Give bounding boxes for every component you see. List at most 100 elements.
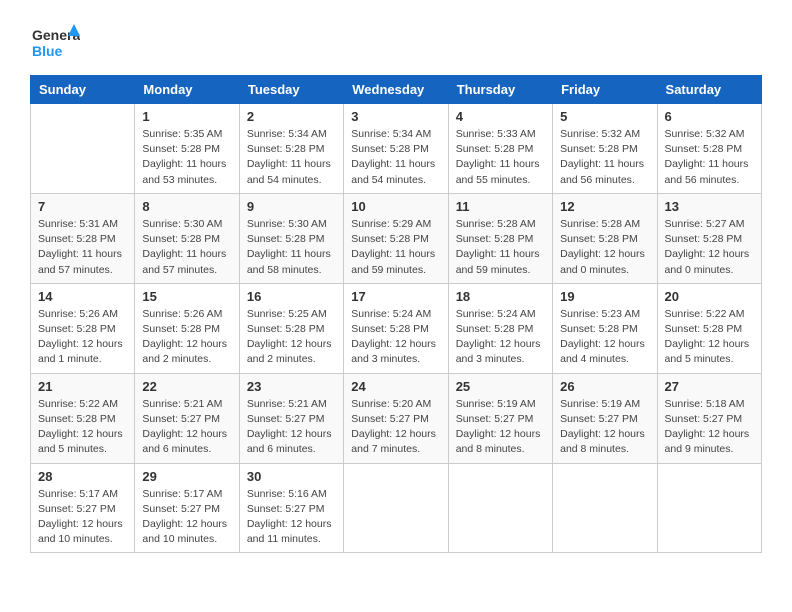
day-number: 10: [351, 199, 440, 214]
calendar-cell: 21 Sunrise: 5:22 AMSunset: 5:28 PMDayligh…: [31, 373, 135, 463]
calendar-cell: 16 Sunrise: 5:25 AMSunset: 5:28 PMDayligh…: [239, 283, 343, 373]
calendar-cell: 20 Sunrise: 5:22 AMSunset: 5:28 PMDayligh…: [657, 283, 761, 373]
calendar-cell: 29 Sunrise: 5:17 AMSunset: 5:27 PMDayligh…: [135, 463, 239, 553]
day-info: Sunrise: 5:28 AMSunset: 5:28 PMDaylight:…: [456, 217, 545, 278]
calendar-cell: 23 Sunrise: 5:21 AMSunset: 5:27 PMDayligh…: [239, 373, 343, 463]
calendar-cell: 8 Sunrise: 5:30 AMSunset: 5:28 PMDaylight…: [135, 193, 239, 283]
day-info: Sunrise: 5:24 AMSunset: 5:28 PMDaylight:…: [456, 307, 545, 368]
day-number: 2: [247, 109, 336, 124]
day-info: Sunrise: 5:33 AMSunset: 5:28 PMDaylight:…: [456, 127, 545, 188]
day-number: 20: [665, 289, 754, 304]
calendar-cell: 22 Sunrise: 5:21 AMSunset: 5:27 PMDayligh…: [135, 373, 239, 463]
day-info: Sunrise: 5:17 AMSunset: 5:27 PMDaylight:…: [142, 487, 231, 548]
day-info: Sunrise: 5:16 AMSunset: 5:27 PMDaylight:…: [247, 487, 336, 548]
weekday-header-thursday: Thursday: [448, 76, 552, 104]
day-number: 8: [142, 199, 231, 214]
day-info: Sunrise: 5:34 AMSunset: 5:28 PMDaylight:…: [247, 127, 336, 188]
day-info: Sunrise: 5:21 AMSunset: 5:27 PMDaylight:…: [142, 397, 231, 458]
weekday-header-sunday: Sunday: [31, 76, 135, 104]
calendar-cell: [344, 463, 448, 553]
calendar-cell: 28 Sunrise: 5:17 AMSunset: 5:27 PMDayligh…: [31, 463, 135, 553]
calendar-cell: 24 Sunrise: 5:20 AMSunset: 5:27 PMDayligh…: [344, 373, 448, 463]
day-number: 4: [456, 109, 545, 124]
day-number: 15: [142, 289, 231, 304]
calendar-cell: 27Sunrise: 5:18 AMSunset: 5:27 PMDayligh…: [657, 373, 761, 463]
calendar-cell: [31, 104, 135, 194]
calendar-cell: 6 Sunrise: 5:32 AMSunset: 5:28 PMDaylight…: [657, 104, 761, 194]
day-info: Sunrise: 5:19 AMSunset: 5:27 PMDaylight:…: [456, 397, 545, 458]
calendar-cell: 10Sunrise: 5:29 AMSunset: 5:28 PMDayligh…: [344, 193, 448, 283]
day-number: 6: [665, 109, 754, 124]
day-number: 18: [456, 289, 545, 304]
svg-text:Blue: Blue: [32, 43, 63, 59]
day-number: 16: [247, 289, 336, 304]
page-header: General Blue: [30, 20, 762, 65]
day-info: Sunrise: 5:32 AMSunset: 5:28 PMDaylight:…: [665, 127, 754, 188]
calendar-cell: 3 Sunrise: 5:34 AMSunset: 5:28 PMDaylight…: [344, 104, 448, 194]
calendar-cell: 5Sunrise: 5:32 AMSunset: 5:28 PMDaylight…: [553, 104, 657, 194]
logo: General Blue: [30, 20, 80, 65]
day-number: 17: [351, 289, 440, 304]
day-info: Sunrise: 5:23 AMSunset: 5:28 PMDaylight:…: [560, 307, 649, 368]
calendar-cell: 13 Sunrise: 5:27 AMSunset: 5:28 PMDayligh…: [657, 193, 761, 283]
day-info: Sunrise: 5:21 AMSunset: 5:27 PMDaylight:…: [247, 397, 336, 458]
calendar-cell: 2 Sunrise: 5:34 AMSunset: 5:28 PMDaylight…: [239, 104, 343, 194]
calendar-cell: 25 Sunrise: 5:19 AMSunset: 5:27 PMDayligh…: [448, 373, 552, 463]
day-info: Sunrise: 5:18 AMSunset: 5:27 PMDaylight:…: [665, 397, 754, 458]
day-number: 25: [456, 379, 545, 394]
weekday-header-wednesday: Wednesday: [344, 76, 448, 104]
day-number: 1: [142, 109, 231, 124]
weekday-header-saturday: Saturday: [657, 76, 761, 104]
day-info: Sunrise: 5:17 AMSunset: 5:27 PMDaylight:…: [38, 487, 127, 548]
calendar-week-row: 28 Sunrise: 5:17 AMSunset: 5:27 PMDayligh…: [31, 463, 762, 553]
day-number: 19: [560, 289, 649, 304]
calendar-cell: 1Sunrise: 5:35 AMSunset: 5:28 PMDaylight…: [135, 104, 239, 194]
day-number: 11: [456, 199, 545, 214]
calendar-cell: 9Sunrise: 5:30 AMSunset: 5:28 PMDaylight…: [239, 193, 343, 283]
weekday-header-monday: Monday: [135, 76, 239, 104]
calendar-cell: 12 Sunrise: 5:28 AMSunset: 5:28 PMDayligh…: [553, 193, 657, 283]
day-info: Sunrise: 5:34 AMSunset: 5:28 PMDaylight:…: [351, 127, 440, 188]
calendar-cell: 30Sunrise: 5:16 AMSunset: 5:27 PMDayligh…: [239, 463, 343, 553]
day-info: Sunrise: 5:22 AMSunset: 5:28 PMDaylight:…: [38, 397, 127, 458]
calendar-cell: [657, 463, 761, 553]
day-info: Sunrise: 5:26 AMSunset: 5:28 PMDaylight:…: [142, 307, 231, 368]
day-number: 7: [38, 199, 127, 214]
weekday-header-tuesday: Tuesday: [239, 76, 343, 104]
day-number: 9: [247, 199, 336, 214]
calendar-cell: [448, 463, 552, 553]
day-number: 26: [560, 379, 649, 394]
day-number: 21: [38, 379, 127, 394]
calendar-cell: 4 Sunrise: 5:33 AMSunset: 5:28 PMDaylight…: [448, 104, 552, 194]
calendar-week-row: 14 Sunrise: 5:26 AMSunset: 5:28 PMDayligh…: [31, 283, 762, 373]
calendar-cell: 11 Sunrise: 5:28 AMSunset: 5:28 PMDayligh…: [448, 193, 552, 283]
day-info: Sunrise: 5:19 AMSunset: 5:27 PMDaylight:…: [560, 397, 649, 458]
day-number: 14: [38, 289, 127, 304]
day-info: Sunrise: 5:28 AMSunset: 5:28 PMDaylight:…: [560, 217, 649, 278]
day-number: 3: [351, 109, 440, 124]
day-info: Sunrise: 5:27 AMSunset: 5:28 PMDaylight:…: [665, 217, 754, 278]
day-number: 22: [142, 379, 231, 394]
day-number: 12: [560, 199, 649, 214]
day-info: Sunrise: 5:31 AMSunset: 5:28 PMDaylight:…: [38, 217, 127, 278]
weekday-header-friday: Friday: [553, 76, 657, 104]
day-info: Sunrise: 5:22 AMSunset: 5:28 PMDaylight:…: [665, 307, 754, 368]
calendar-cell: 18 Sunrise: 5:24 AMSunset: 5:28 PMDayligh…: [448, 283, 552, 373]
day-number: 28: [38, 469, 127, 484]
calendar-header-row: SundayMondayTuesdayWednesdayThursdayFrid…: [31, 76, 762, 104]
calendar-cell: 19 Sunrise: 5:23 AMSunset: 5:28 PMDayligh…: [553, 283, 657, 373]
calendar-cell: [553, 463, 657, 553]
calendar-cell: 7 Sunrise: 5:31 AMSunset: 5:28 PMDaylight…: [31, 193, 135, 283]
day-info: Sunrise: 5:25 AMSunset: 5:28 PMDaylight:…: [247, 307, 336, 368]
day-number: 24: [351, 379, 440, 394]
day-info: Sunrise: 5:30 AMSunset: 5:28 PMDaylight:…: [142, 217, 231, 278]
day-number: 23: [247, 379, 336, 394]
calendar-cell: 15 Sunrise: 5:26 AMSunset: 5:28 PMDayligh…: [135, 283, 239, 373]
day-number: 29: [142, 469, 231, 484]
day-info: Sunrise: 5:20 AMSunset: 5:27 PMDaylight:…: [351, 397, 440, 458]
day-info: Sunrise: 5:24 AMSunset: 5:28 PMDaylight:…: [351, 307, 440, 368]
calendar-week-row: 1Sunrise: 5:35 AMSunset: 5:28 PMDaylight…: [31, 104, 762, 194]
day-number: 13: [665, 199, 754, 214]
calendar-cell: 26 Sunrise: 5:19 AMSunset: 5:27 PMDayligh…: [553, 373, 657, 463]
calendar-cell: 14Sunrise: 5:26 AMSunset: 5:28 PMDayligh…: [31, 283, 135, 373]
